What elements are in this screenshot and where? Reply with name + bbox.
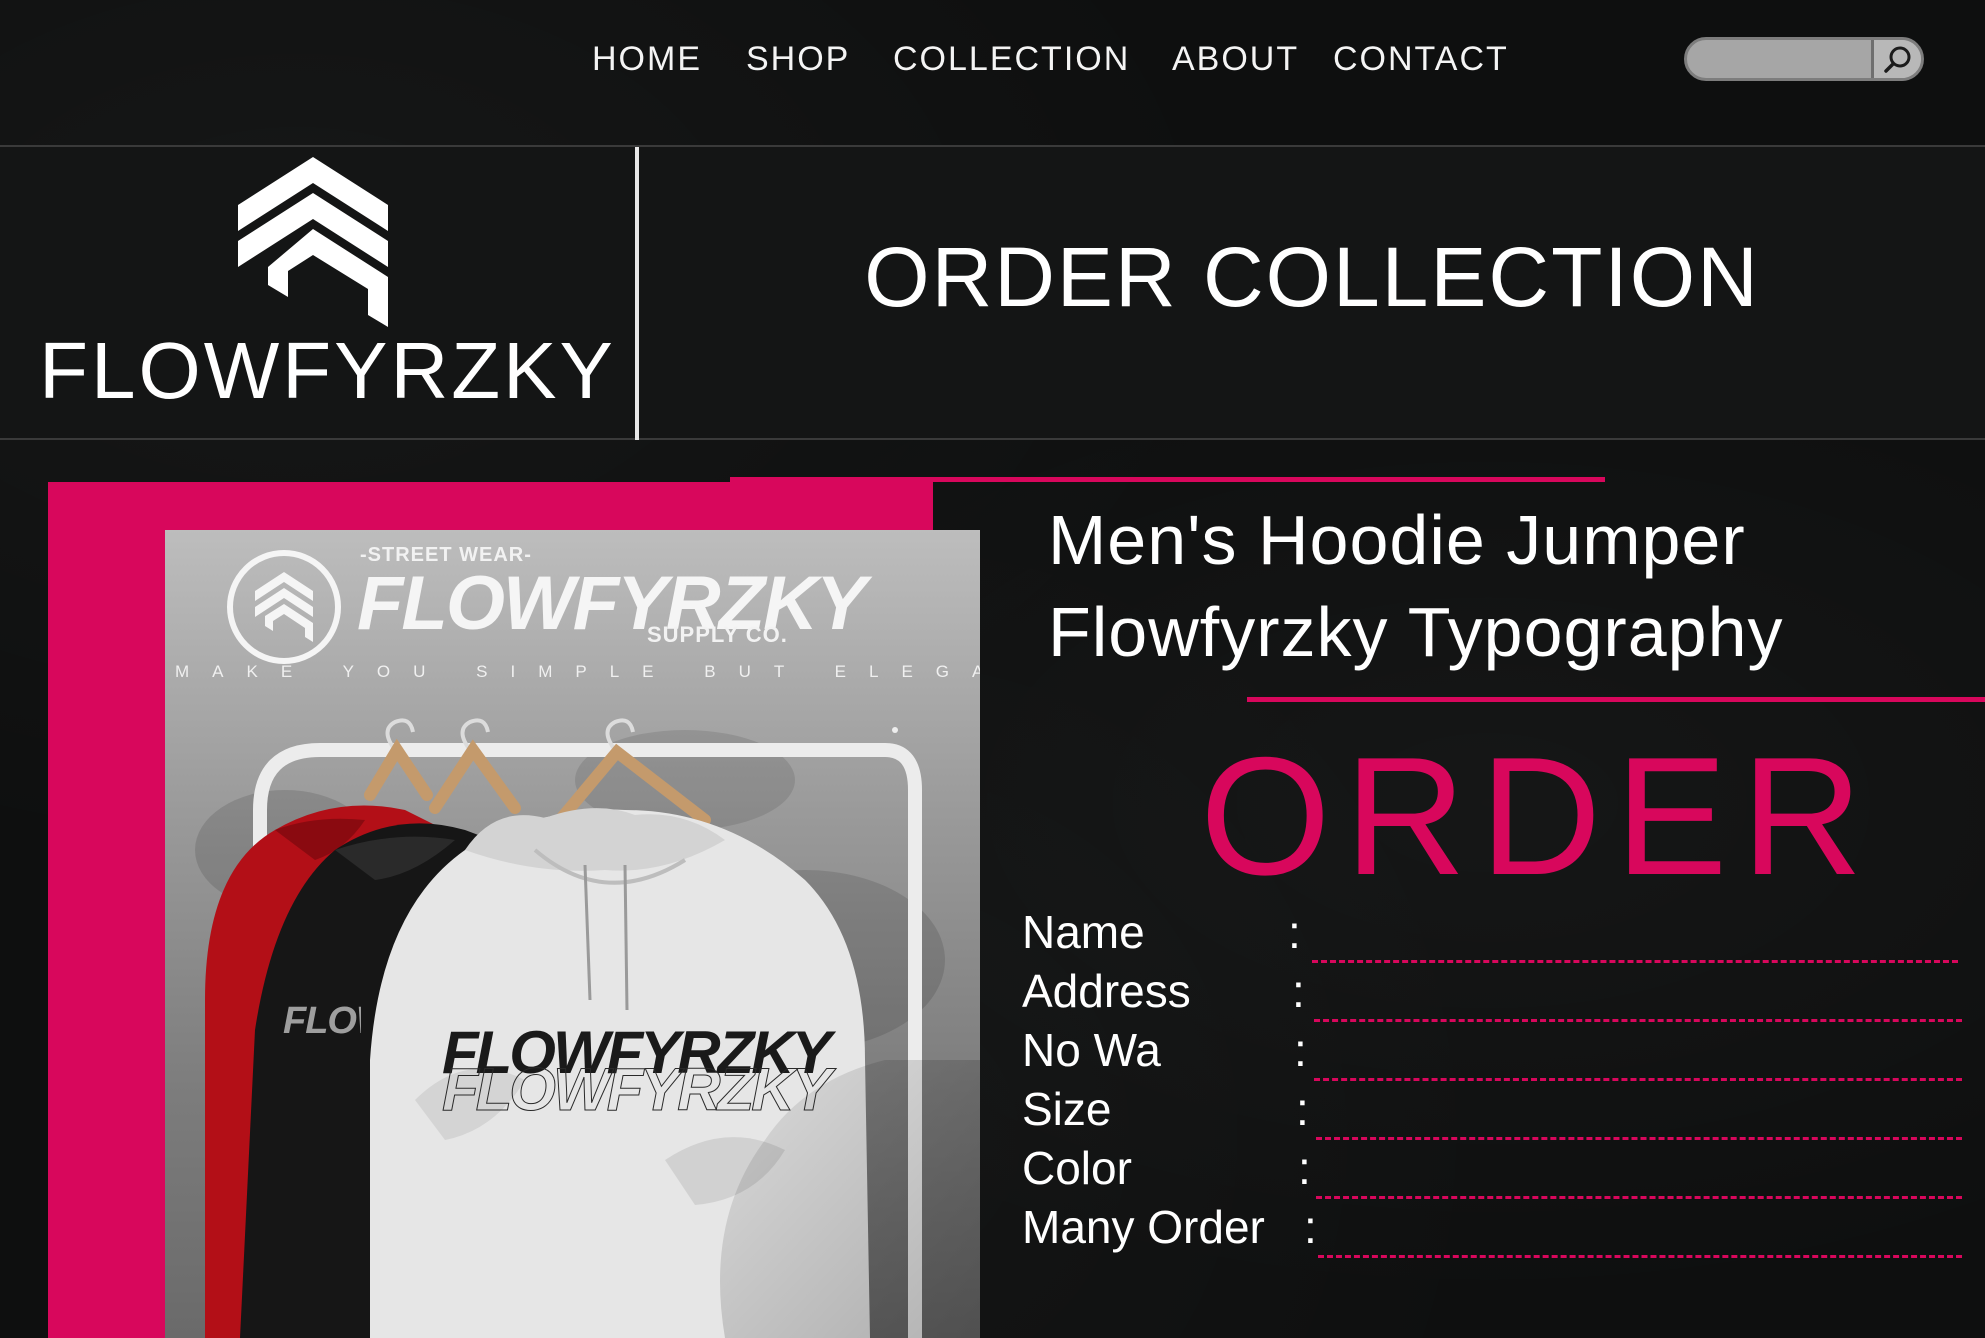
nav-about[interactable]: ABOUT (1172, 40, 1299, 79)
form-row-name: Name : (1022, 905, 1962, 963)
size-field[interactable] (1316, 1120, 1962, 1140)
top-navigation-bar: HOME SHOP COLLECTION ABOUT CONTACT (0, 0, 1985, 147)
nav-collection[interactable]: COLLECTION (893, 40, 1130, 79)
color-field[interactable] (1316, 1179, 1962, 1199)
brand-name: FLOWFYRZKY (39, 326, 616, 415)
form-colon: : (1294, 1024, 1307, 1076)
nav-contact[interactable]: CONTACT (1333, 40, 1509, 79)
form-label-name: Name (1022, 906, 1145, 958)
form-label-address: Address (1022, 965, 1191, 1017)
poster-supply: SUPPLY CO. (647, 622, 788, 647)
form-colon: : (1298, 1142, 1311, 1194)
form-colon: : (1292, 965, 1305, 1017)
hoodie-print-echo: FLOWFYRZKY (442, 1056, 833, 1124)
poster-logo-icon (227, 550, 341, 664)
brand-logo[interactable]: FLOWFYRZKY (0, 147, 635, 440)
form-row-color: Color : (1022, 1141, 1962, 1199)
product-image: -STREET WEAR- FLOWFYRZKY SUPPLY CO. MAKE… (165, 530, 980, 1338)
form-row-many-order: Many Order : (1022, 1200, 1962, 1258)
whatsapp-number-field[interactable] (1314, 1061, 1962, 1081)
address-field[interactable] (1314, 1002, 1962, 1022)
form-label-size: Size (1022, 1083, 1112, 1135)
nav-shop[interactable]: SHOP (746, 40, 850, 79)
form-row-address: Address : (1022, 964, 1962, 1022)
search-icon (1884, 46, 1911, 73)
nav-home[interactable]: HOME (592, 40, 702, 79)
search-input[interactable] (1701, 44, 1871, 74)
form-colon: : (1288, 906, 1301, 958)
accent-top-line (730, 477, 1605, 482)
form-label-no-wa: No Wa (1022, 1024, 1161, 1076)
form-colon: : (1296, 1083, 1309, 1135)
hoodie-print-black: FLOWFYRZKY (283, 1000, 361, 1042)
search-button[interactable] (1871, 40, 1921, 78)
search-box (1684, 37, 1924, 81)
product-name-line1: Men's Hoodie Jumper (1048, 501, 1746, 579)
quantity-field[interactable] (1318, 1238, 1962, 1258)
poster-tagline: MAKE YOU SIMPLE BUT ELEGANT! (175, 662, 980, 681)
form-label-many-order: Many Order (1022, 1201, 1265, 1253)
chevron-logo-icon (238, 157, 388, 327)
product-name-line2: Flowfyrzky Typography (1048, 593, 1784, 671)
poster-title: FLOWFYRZKY (357, 561, 867, 646)
form-label-color: Color (1022, 1142, 1132, 1194)
order-heading: ORDER (1200, 722, 1877, 910)
product-name: Men's Hoodie Jumper Flowfyrzky Typograph… (1048, 494, 1784, 678)
form-row-size: Size : (1022, 1082, 1962, 1140)
page-title: ORDER COLLECTION (864, 230, 1760, 324)
page-header: FLOWFYRZKY ORDER COLLECTION (0, 147, 1985, 440)
name-field[interactable] (1312, 943, 1958, 963)
form-row-no-wa: No Wa : (1022, 1023, 1962, 1081)
accent-mid-line (1247, 697, 1985, 702)
form-colon: : (1304, 1201, 1317, 1253)
